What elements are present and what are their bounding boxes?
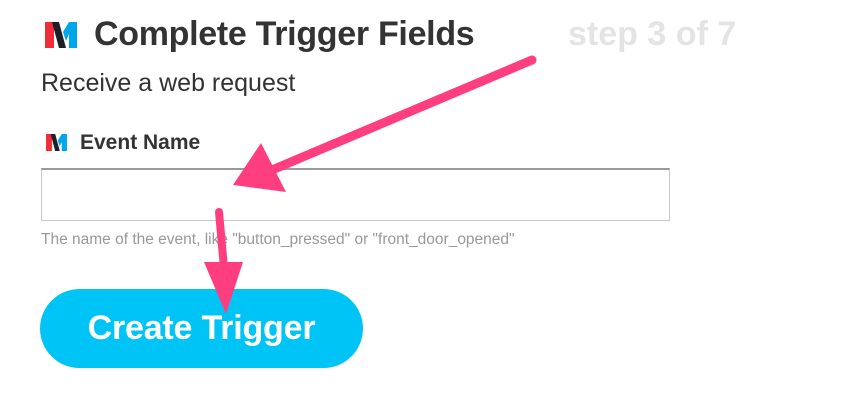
event-name-input[interactable] [41,168,670,221]
create-trigger-button[interactable]: Create Trigger [40,289,363,368]
trigger-fields-page: Complete Trigger Fields step 3 of 7 Rece… [0,0,856,411]
trigger-name: Receive a web request [41,69,296,97]
maker-channel-logo-icon [45,22,77,48]
event-name-help-text: The name of the event, like "button_pres… [41,231,515,248]
page-title: Complete Trigger Fields [94,15,475,53]
event-name-label: Event Name [80,131,201,154]
step-indicator: step 3 of 7 [568,15,737,53]
field-channel-logo-icon [46,134,67,151]
